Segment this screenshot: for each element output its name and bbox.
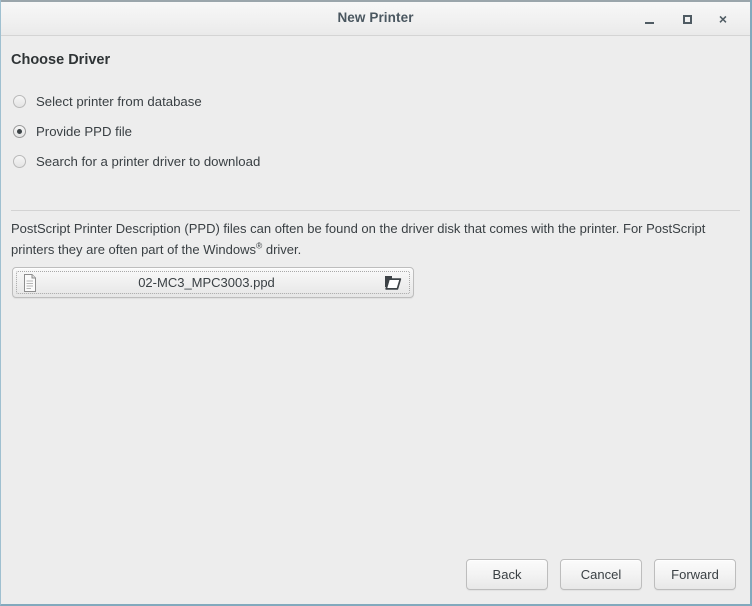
radio-label: Search for a printer driver to download [36, 153, 261, 169]
title-bar: New Printer × [1, 0, 750, 36]
driver-source-radio-group: Select printer from database Provide PPD… [13, 86, 613, 176]
maximize-button[interactable] [670, 2, 704, 36]
cancel-button[interactable]: Cancel [560, 559, 642, 590]
back-button[interactable]: Back [466, 559, 548, 590]
maximize-icon [682, 14, 692, 24]
document-icon [23, 273, 37, 292]
description-text-part1: PostScript Printer Description (PPD) fil… [11, 221, 706, 257]
new-printer-dialog: New Printer × Choose Driver Select print… [0, 0, 752, 606]
close-button[interactable]: × [706, 2, 740, 36]
radio-provide-ppd-file[interactable]: Provide PPD file [13, 116, 613, 146]
minimize-icon [644, 21, 654, 24]
horizontal-separator [11, 210, 740, 211]
open-file-icon[interactable] [384, 274, 402, 292]
dialog-content: Choose Driver Select printer from databa… [1, 36, 750, 604]
page-title: Choose Driver [11, 52, 111, 68]
radio-dot-icon [17, 128, 22, 134]
radio-search-for-printer-driver[interactable]: Search for a printer driver to download [13, 146, 613, 176]
radio-label: Provide PPD file [36, 123, 133, 139]
forward-button[interactable]: Forward [654, 559, 736, 590]
description-text-part2: driver. [262, 242, 302, 257]
dialog-action-buttons: Back Cancel Forward [466, 559, 736, 590]
selected-file-name: 02-MC3_MPC3003.ppd [138, 275, 275, 290]
radio-indicator [13, 124, 26, 138]
close-icon: × [718, 11, 728, 27]
radio-indicator [13, 94, 26, 108]
ppd-file-chooser-button[interactable]: 02-MC3_MPC3003.ppd [12, 267, 414, 298]
ppd-description-text: PostScript Printer Description (PPD) fil… [11, 218, 711, 260]
minimize-button[interactable] [632, 2, 666, 36]
radio-label: Select printer from database [36, 93, 202, 109]
radio-select-printer-from-database[interactable]: Select printer from database [13, 86, 613, 116]
radio-indicator [13, 154, 26, 168]
